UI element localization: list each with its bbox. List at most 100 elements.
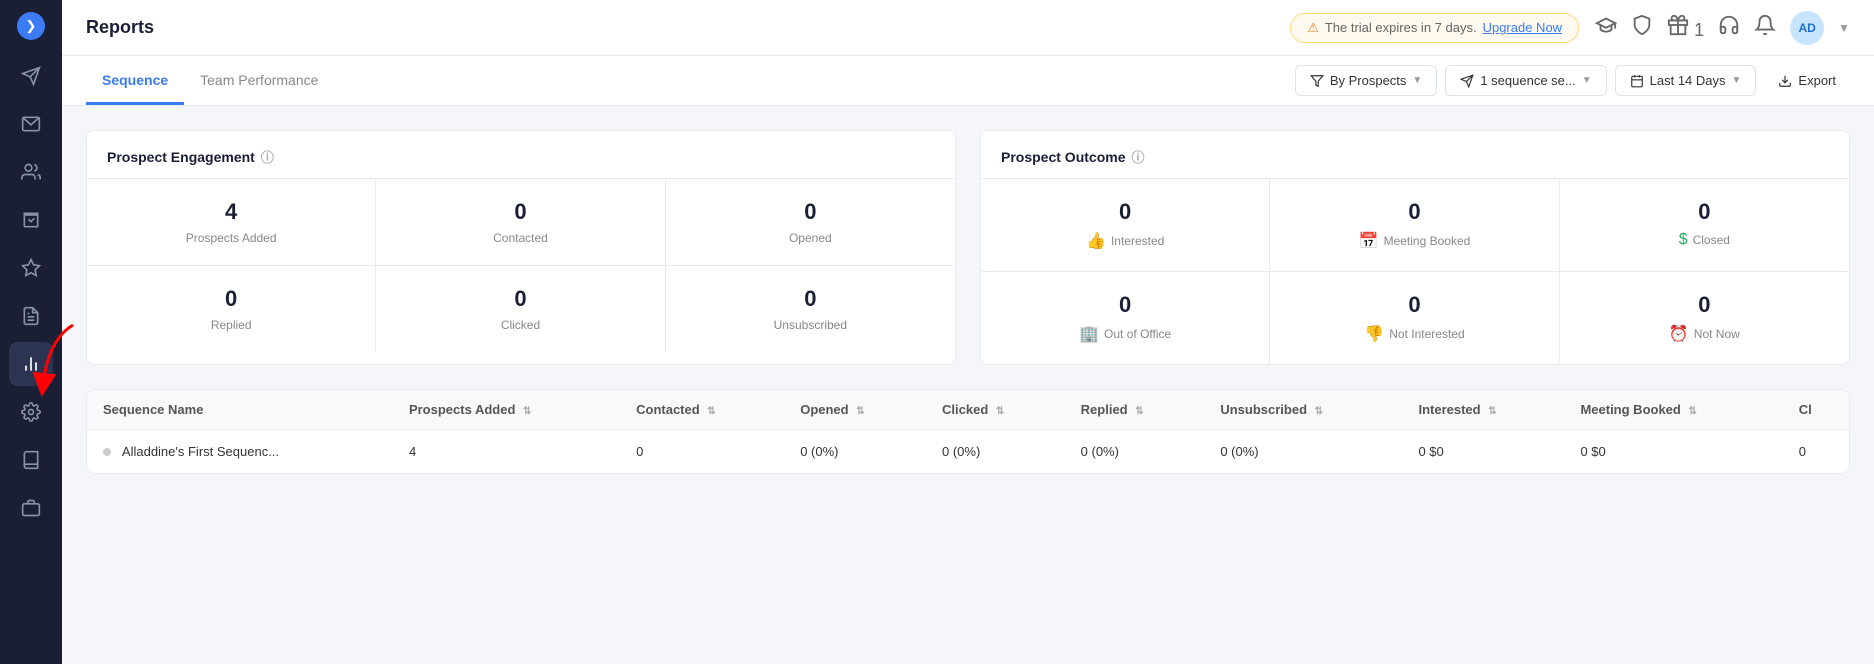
chevron-down-icon[interactable]: ▼ (1838, 21, 1850, 35)
metric-not-now: 0 ⏰ Not Now (1560, 272, 1849, 364)
sort-opened: ⇅ (856, 406, 864, 417)
prospects-added-label: Prospects Added (103, 231, 359, 245)
sequences-table-section: Sequence Name Prospects Added ⇅ Contacte… (86, 389, 1850, 474)
sequences-table: Sequence Name Prospects Added ⇅ Contacte… (87, 390, 1849, 473)
col-clicked[interactable]: Clicked ⇅ (926, 390, 1065, 430)
sidebar-item-contacts[interactable] (9, 150, 53, 194)
col-meeting-booked[interactable]: Meeting Booked ⇅ (1564, 390, 1782, 430)
headphone-icon[interactable] (1718, 14, 1740, 41)
metric-clicked: 0 Clicked (376, 266, 665, 352)
by-prospects-label: By Prospects (1330, 73, 1407, 88)
opened-value: 0 (682, 199, 939, 225)
not-interested-label: 👎 Not Interested (1286, 324, 1542, 344)
metric-not-interested: 0 👎 Not Interested (1270, 272, 1559, 364)
trial-text: The trial expires in 7 days. (1325, 20, 1477, 35)
row-unsubscribed: 0 (0%) (1204, 430, 1402, 474)
sort-meeting-booked: ⇅ (1688, 406, 1696, 417)
export-button[interactable]: Export (1764, 66, 1850, 95)
table-row: Alladdine's First Sequenc... 4 0 0 (0%) … (87, 430, 1849, 474)
tab-team-performance[interactable]: Team Performance (184, 58, 334, 105)
content-area: Prospect Engagement ⓘ 4 Prospects Added … (62, 106, 1874, 664)
row-cl: 0 (1783, 430, 1849, 474)
closed-label: $ Closed (1576, 231, 1833, 249)
meeting-booked-value: 0 (1286, 199, 1542, 225)
bell-icon[interactable] (1754, 14, 1776, 41)
prospect-outcome-section: Prospect Outcome ⓘ 0 👍 Interested 0 (980, 130, 1850, 365)
engagement-info-icon[interactable]: ⓘ (261, 147, 274, 166)
page-title: Reports (86, 17, 1274, 38)
prospect-outcome-title: Prospect Outcome ⓘ (981, 131, 1849, 179)
metric-interested: 0 👍 Interested (981, 179, 1270, 272)
col-interested[interactable]: Interested ⇅ (1402, 390, 1564, 430)
row-prospects-added: 4 (393, 430, 620, 474)
gift-badge: 1 (1694, 20, 1704, 40)
tabs-bar: Sequence Team Performance By Prospects ▼… (62, 56, 1874, 106)
closed-value: 0 (1576, 199, 1833, 225)
sort-unsubscribed: ⇅ (1315, 406, 1323, 417)
date-filter[interactable]: Last 14 Days ▼ (1615, 65, 1757, 96)
date-chevron: ▼ (1732, 75, 1742, 86)
outcome-info-icon[interactable]: ⓘ (1131, 147, 1144, 166)
not-now-value: 0 (1576, 292, 1833, 318)
col-contacted[interactable]: Contacted ⇅ (620, 390, 784, 430)
row-opened: 0 (0%) (784, 430, 926, 474)
metric-closed: 0 $ Closed (1560, 179, 1849, 272)
closed-icon: $ (1679, 231, 1688, 249)
metric-out-of-office: 0 🏢 Out of Office (981, 272, 1270, 364)
upgrade-link[interactable]: Upgrade Now (1483, 20, 1563, 35)
sequence-filter-label: 1 sequence se... (1480, 73, 1575, 88)
unsubscribed-label: Unsubscribed (682, 318, 939, 332)
replied-value: 0 (103, 286, 359, 312)
sequence-status-dot (103, 448, 111, 456)
sidebar-expand-button[interactable]: ❯ (17, 12, 45, 40)
meeting-booked-icon: 📅 (1359, 231, 1379, 251)
by-prospects-filter[interactable]: By Prospects ▼ (1295, 65, 1438, 96)
contacted-value: 0 (392, 199, 648, 225)
outcome-metrics-grid: 0 👍 Interested 0 📅 Meeting Booked (981, 179, 1849, 364)
sidebar-item-templates[interactable] (9, 294, 53, 338)
interested-value: 0 (997, 199, 1253, 225)
sidebar-item-reports[interactable] (9, 342, 53, 386)
sidebar-item-knowledge[interactable] (9, 438, 53, 482)
shield-icon[interactable] (1631, 14, 1653, 41)
col-unsubscribed[interactable]: Unsubscribed ⇅ (1204, 390, 1402, 430)
metric-opened: 0 Opened (666, 179, 955, 266)
gift-icon[interactable]: 1 (1667, 14, 1704, 41)
not-interested-icon: 👎 (1364, 324, 1384, 344)
table-wrapper: Sequence Name Prospects Added ⇅ Contacte… (87, 390, 1849, 473)
sidebar-item-activity[interactable] (9, 246, 53, 290)
sort-contacted: ⇅ (707, 406, 715, 417)
row-contacted: 0 (620, 430, 784, 474)
out-of-office-label: 🏢 Out of Office (997, 324, 1253, 344)
header-icons: 1 AD ▼ (1595, 11, 1850, 45)
sidebar: ❯ (0, 0, 62, 664)
opened-label: Opened (682, 231, 939, 245)
sort-interested: ⇅ (1488, 406, 1496, 417)
sidebar-item-settings[interactable] (9, 390, 53, 434)
sequence-filter[interactable]: 1 sequence se... ▼ (1445, 65, 1606, 96)
prospects-added-value: 4 (103, 199, 359, 225)
col-cl: Cl (1783, 390, 1849, 430)
by-prospects-chevron: ▼ (1412, 75, 1422, 86)
sidebar-item-tasks[interactable] (9, 198, 53, 242)
col-prospects-added[interactable]: Prospects Added ⇅ (393, 390, 620, 430)
replied-label: Replied (103, 318, 359, 332)
contacted-label: Contacted (392, 231, 648, 245)
graduation-icon[interactable] (1595, 14, 1617, 41)
row-meeting-booked: 0 $0 (1564, 430, 1782, 474)
sidebar-item-send[interactable] (9, 54, 53, 98)
not-now-label: ⏰ Not Now (1576, 324, 1833, 344)
clicked-label: Clicked (392, 318, 648, 332)
col-opened[interactable]: Opened ⇅ (784, 390, 926, 430)
prospect-engagement-title: Prospect Engagement ⓘ (87, 131, 955, 179)
sequence-chevron: ▼ (1582, 75, 1592, 86)
avatar[interactable]: AD (1790, 11, 1824, 45)
metric-prospects-added: 4 Prospects Added (87, 179, 376, 266)
tab-sequence[interactable]: Sequence (86, 58, 184, 105)
meeting-booked-label: 📅 Meeting Booked (1286, 231, 1542, 251)
sidebar-item-email[interactable] (9, 102, 53, 146)
sort-prospects-added: ⇅ (523, 406, 531, 417)
metric-meeting-booked: 0 📅 Meeting Booked (1270, 179, 1559, 272)
col-replied[interactable]: Replied ⇅ (1065, 390, 1205, 430)
sidebar-item-briefcase[interactable] (9, 486, 53, 530)
